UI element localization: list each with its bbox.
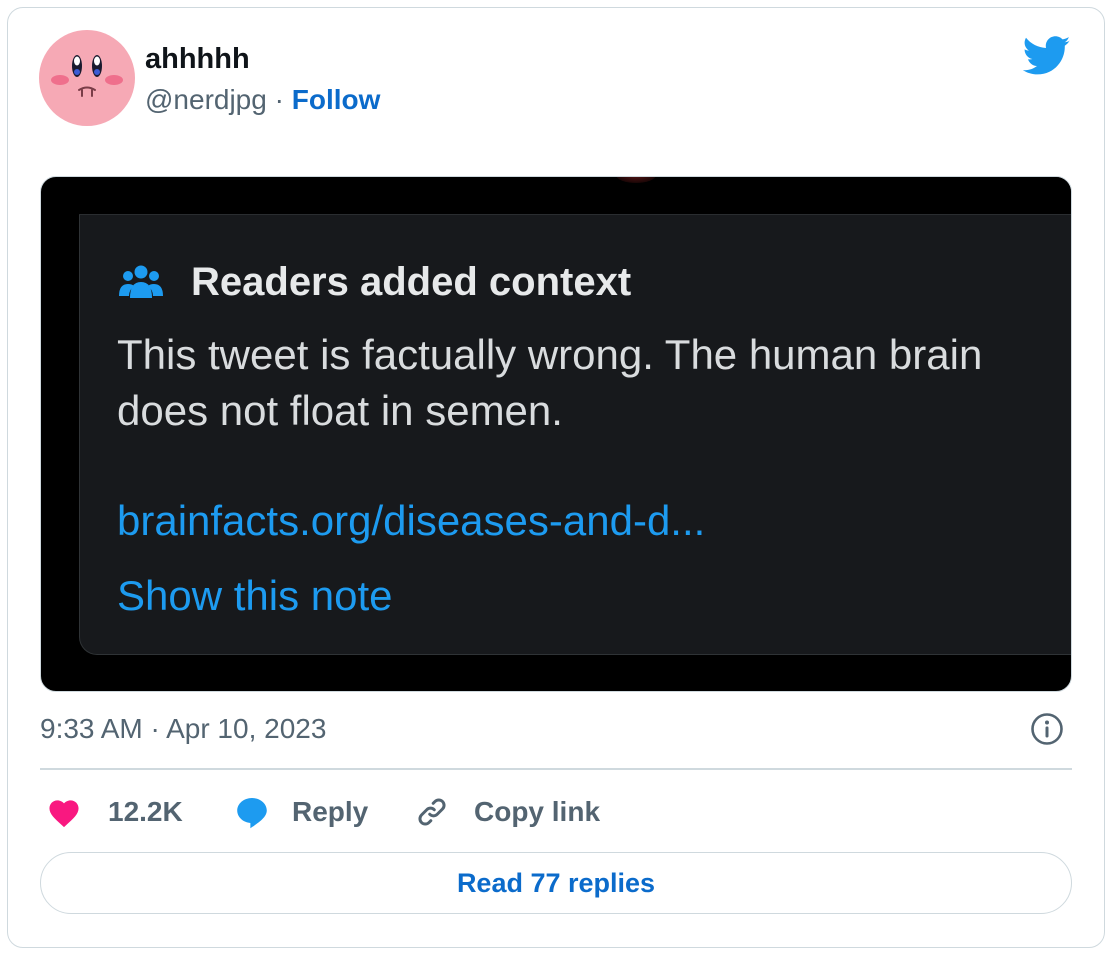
read-replies-button[interactable]: Read 77 replies: [40, 852, 1072, 914]
note-body: This tweet is factually wrong. The human…: [117, 331, 983, 434]
link-icon: [418, 798, 446, 826]
note-heading: Readers added context: [191, 260, 632, 304]
separator-dot: ·: [266, 84, 292, 115]
divider: [40, 768, 1072, 770]
author-handle-line: @nerdjpg · Follow: [145, 82, 380, 118]
heart-icon: [49, 800, 79, 828]
like-button[interactable]: 12.2K: [46, 790, 183, 834]
kirby-face-avatar-icon: [39, 30, 135, 126]
twitter-bird-icon[interactable]: [1022, 36, 1071, 76]
media-top-strip: [79, 177, 1071, 215]
speech-bubble-icon: [237, 797, 267, 829]
info-icon[interactable]: [1030, 712, 1064, 746]
reply-button[interactable]: Reply: [234, 790, 368, 834]
like-count: 12.2K: [108, 796, 183, 827]
note-source-link[interactable]: brainfacts.org/diseases-and-d...: [117, 495, 705, 547]
author-handle[interactable]: @nerdjpg: [145, 84, 267, 115]
show-note-link[interactable]: Show this note: [117, 570, 393, 622]
tweet-media-image[interactable]: Readers added context This tweet is fact…: [40, 176, 1072, 692]
copy-link-button[interactable]: Copy link: [414, 790, 600, 834]
reply-label: Reply: [292, 796, 369, 827]
author-avatar[interactable]: [39, 30, 135, 126]
copy-link-label: Copy link: [474, 796, 601, 827]
author-name[interactable]: ahhhhh: [145, 41, 250, 77]
read-replies-label: Read 77 replies: [456, 867, 656, 898]
readers-group-icon: [117, 262, 165, 302]
follow-link[interactable]: Follow: [292, 84, 381, 115]
tweet-timestamp[interactable]: 9:33 AM · Apr 10, 2023: [40, 711, 326, 747]
